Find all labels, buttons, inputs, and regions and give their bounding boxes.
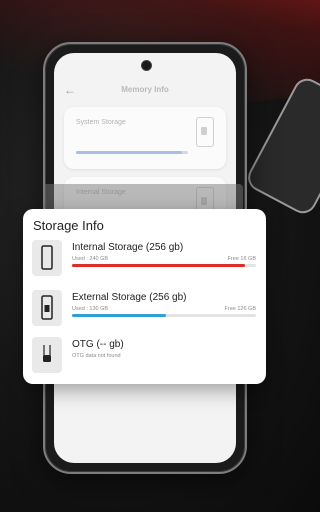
page-title: Memory Info: [121, 85, 169, 94]
storage-free: Free 126 GB: [224, 306, 257, 312]
storage-progress-bar: [72, 314, 256, 317]
phone-icon: [41, 245, 53, 270]
storage-progress-bar: [72, 264, 256, 267]
storage-progress-fill: [72, 264, 245, 267]
storage-row-otg[interactable]: OTG (-- gb) OTG data not found: [32, 337, 256, 377]
storage-used: Used : 130 GB: [72, 306, 109, 312]
icon-container: [32, 337, 62, 373]
usb-otg-icon: [43, 345, 51, 362]
storage-info-dialog: Storage Info Internal Storage (256 gb) U…: [23, 209, 266, 384]
card-title: System Storage: [76, 119, 126, 126]
storage-name: OTG (-- gb): [72, 339, 124, 350]
progress-fill: [76, 151, 183, 154]
storage-name: Internal Storage (256 gb): [72, 242, 184, 253]
storage-used: Used : 240 GB: [72, 256, 109, 262]
storage-progress-fill: [72, 314, 166, 317]
icon-container: [32, 290, 62, 326]
phone-icon: [196, 117, 214, 147]
front-camera: [140, 60, 152, 71]
otg-status: OTG data not found: [72, 353, 121, 359]
storage-row-internal[interactable]: Internal Storage (256 gb) Used : 240 GB …: [32, 240, 256, 280]
dialog-title: Storage Info: [33, 218, 104, 233]
progress-bar: [76, 151, 188, 154]
storage-name: External Storage (256 gb): [72, 292, 187, 303]
sd-card-icon: [41, 295, 53, 320]
system-storage-card[interactable]: System Storage: [64, 107, 226, 169]
app-bar: ← Memory Info: [54, 81, 236, 103]
storage-free: Free 16 GB: [227, 256, 256, 262]
storage-row-external[interactable]: External Storage (256 gb) Used : 130 GB …: [32, 290, 256, 330]
icon-container: [32, 240, 62, 276]
